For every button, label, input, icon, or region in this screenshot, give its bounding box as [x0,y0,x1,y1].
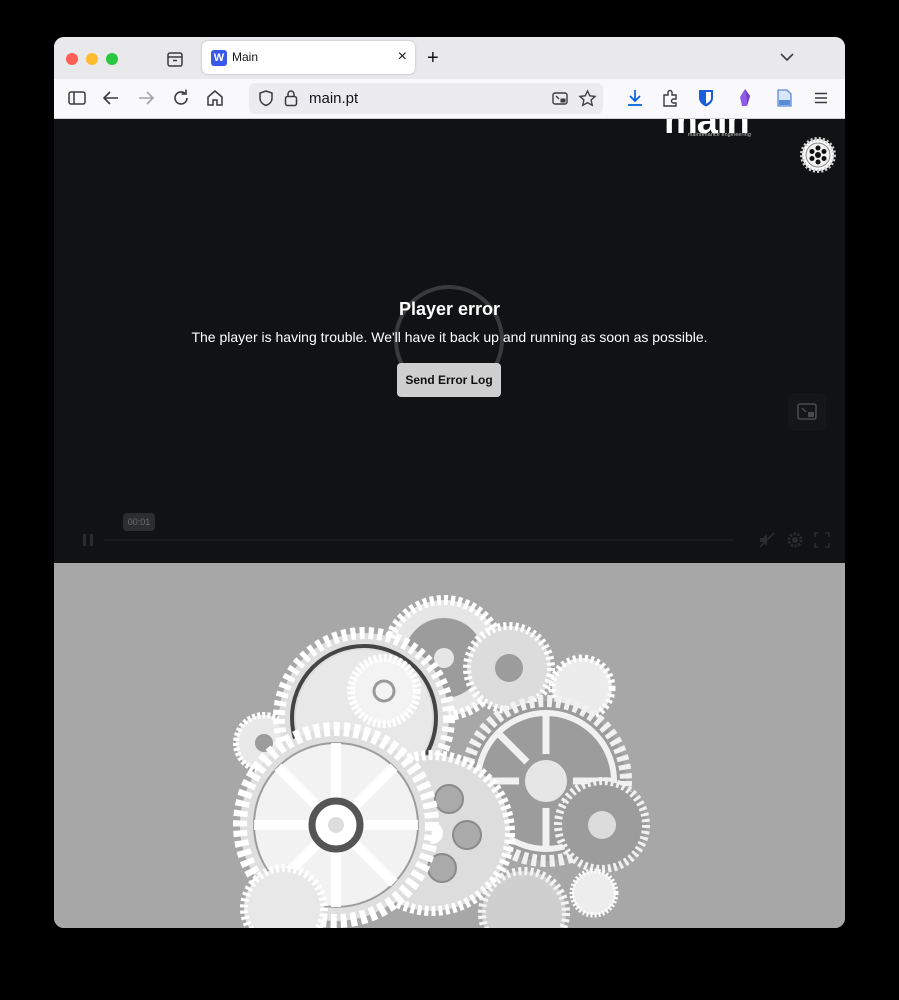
gears-illustration [54,563,845,928]
picture-in-picture-icon [797,403,817,420]
bitwarden-icon[interactable] [695,87,717,109]
send-error-log-button[interactable]: Send Error Log [397,363,501,397]
hamburger-menu-icon[interactable] [810,87,832,109]
player-controls: 00:01 [54,504,845,563]
picture-in-picture-icon[interactable] [551,90,569,108]
time-tooltip: 00:01 [123,513,155,531]
wordpress-icon: W [211,50,227,66]
chevron-down-icon[interactable] [778,49,796,65]
fullscreen-icon[interactable] [812,530,832,550]
tab-close-button[interactable]: × [398,47,407,67]
page-content: main maintenance engineering Player erro… [54,119,845,928]
close-window-button[interactable] [66,53,78,65]
home-icon[interactable] [204,87,226,109]
pause-icon[interactable] [78,530,98,550]
nav-bar: main.pt [54,79,845,119]
video-player[interactable]: main maintenance engineering Player erro… [54,119,845,563]
site-logo-subtitle: maintenance engineering [688,132,752,138]
player-pip-button[interactable] [788,393,826,431]
progress-bar[interactable] [104,539,734,541]
error-title: Player error [398,299,501,319]
tab-overview-icon[interactable] [164,49,186,69]
minimize-window-button[interactable] [86,53,98,65]
download-icon[interactable] [624,87,646,109]
mute-icon[interactable] [757,530,777,550]
page-extension-icon[interactable] [773,87,795,109]
shield-icon[interactable] [257,89,275,107]
lock-icon[interactable] [283,88,299,108]
bookmark-star-icon[interactable] [578,89,597,108]
extensions-icon[interactable] [659,87,681,109]
browser-window: W Main × + main.pt main maintenance engi… [54,37,845,928]
tab-main[interactable]: W Main × [202,41,415,74]
error-message: The player is having trouble. We'll have… [191,329,708,345]
back-arrow-icon[interactable] [100,87,122,109]
forward-arrow-icon[interactable] [135,87,157,109]
gears-artwork [233,595,650,928]
new-tab-button[interactable]: + [427,47,439,69]
zoom-window-button[interactable] [106,53,118,65]
reload-icon[interactable] [170,87,192,109]
url-text: main.pt [309,90,359,107]
tab-title: Main [232,50,259,64]
sidebar-icon[interactable] [66,87,88,109]
settings-gear-icon[interactable] [785,530,805,550]
tab-bar: W Main × + [54,37,845,79]
crystal-extension-icon[interactable] [734,87,756,109]
gear-icon[interactable] [800,137,836,173]
url-bar[interactable]: main.pt [249,83,603,114]
